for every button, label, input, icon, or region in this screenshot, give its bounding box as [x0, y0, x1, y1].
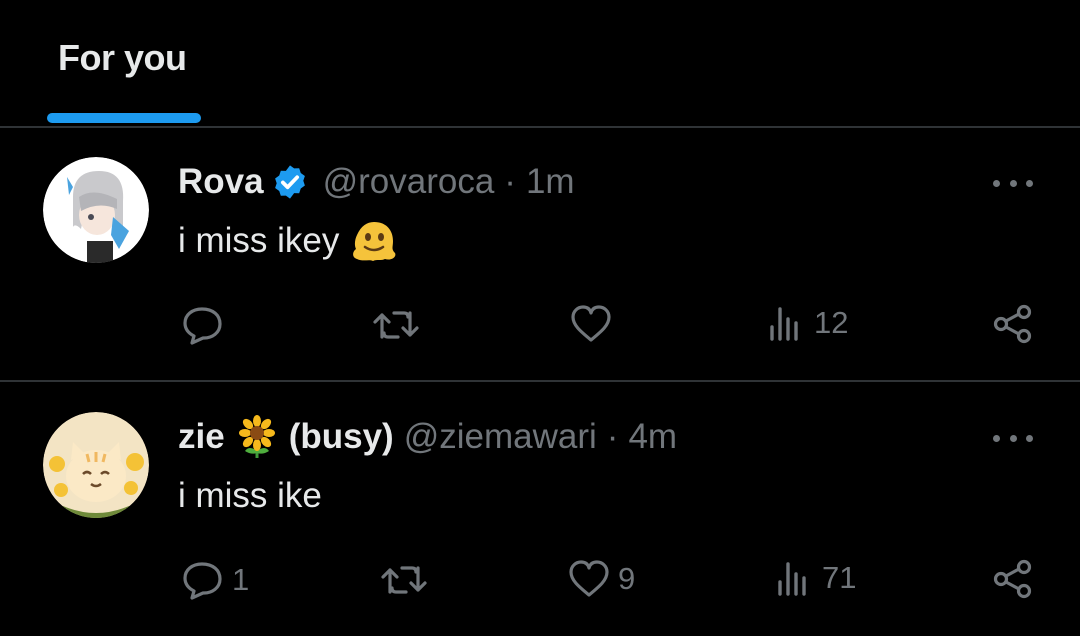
sunflower-icon	[235, 415, 279, 459]
separator-dot: ·	[606, 417, 619, 456]
display-name[interactable]: Rova	[178, 162, 264, 202]
view-count: 12	[814, 305, 849, 340]
tweet-header: zie (busy) @ziemawari · 4m	[178, 412, 677, 462]
more-options-icon[interactable]	[993, 173, 1033, 193]
top-tab-bar: For you	[0, 0, 1080, 127]
tweet-text-content: i miss ike	[178, 476, 322, 515]
repost-icon	[373, 311, 419, 339]
tweet-header: Rova @rovaroca · 1m	[178, 157, 575, 207]
avatar[interactable]	[43, 157, 149, 263]
reply-button[interactable]: 1	[182, 560, 249, 600]
like-button[interactable]	[570, 305, 620, 343]
views-icon	[778, 562, 806, 596]
heart-icon	[571, 305, 611, 342]
share-button[interactable]	[992, 303, 1034, 345]
reply-icon	[183, 307, 222, 345]
tab-active-indicator	[47, 113, 201, 123]
share-icon	[993, 304, 1032, 344]
tweet-text: i miss ike	[178, 472, 322, 520]
reply-button[interactable]	[182, 305, 232, 345]
verified-badge-icon	[274, 165, 305, 199]
repost-button[interactable]	[380, 562, 436, 598]
like-count: 9	[618, 561, 636, 596]
views-button[interactable]: 71	[776, 558, 856, 598]
timestamp[interactable]: 1m	[526, 162, 575, 202]
tweet[interactable]: Rova @rovaroca · 1m i miss ikey 12	[0, 127, 1080, 381]
display-name[interactable]: zie	[178, 417, 225, 457]
repost-icon	[381, 566, 427, 594]
separator-dot: ·	[504, 162, 516, 201]
like-button[interactable]: 9	[568, 560, 635, 598]
repost-button[interactable]	[372, 307, 428, 343]
user-handle[interactable]: @rovaroca	[323, 162, 495, 202]
tweet-text: i miss ikey	[178, 217, 397, 265]
tab-for-you[interactable]: For you	[58, 37, 187, 79]
share-icon	[993, 559, 1032, 599]
reply-icon	[183, 562, 222, 600]
display-name-suffix[interactable]: (busy)	[289, 417, 394, 457]
timestamp[interactable]: 4m	[628, 417, 677, 457]
views-icon	[770, 307, 798, 341]
tweet[interactable]: zie (busy) @ziemawari · 4m i miss ike 1 …	[0, 382, 1080, 636]
share-button[interactable]	[992, 558, 1034, 600]
reply-count: 1	[232, 562, 250, 597]
heart-icon	[569, 560, 609, 597]
melting-face-icon	[353, 222, 396, 261]
avatar[interactable]	[43, 412, 149, 518]
views-button[interactable]: 12	[768, 303, 848, 343]
tweet-actions: 1 9 71	[0, 556, 1080, 606]
tweet-actions: 12	[0, 301, 1080, 351]
user-handle[interactable]: @ziemawari	[404, 417, 597, 457]
view-count: 71	[822, 560, 857, 595]
more-options-icon[interactable]	[993, 428, 1033, 448]
tweet-text-content: i miss ikey	[178, 221, 340, 260]
